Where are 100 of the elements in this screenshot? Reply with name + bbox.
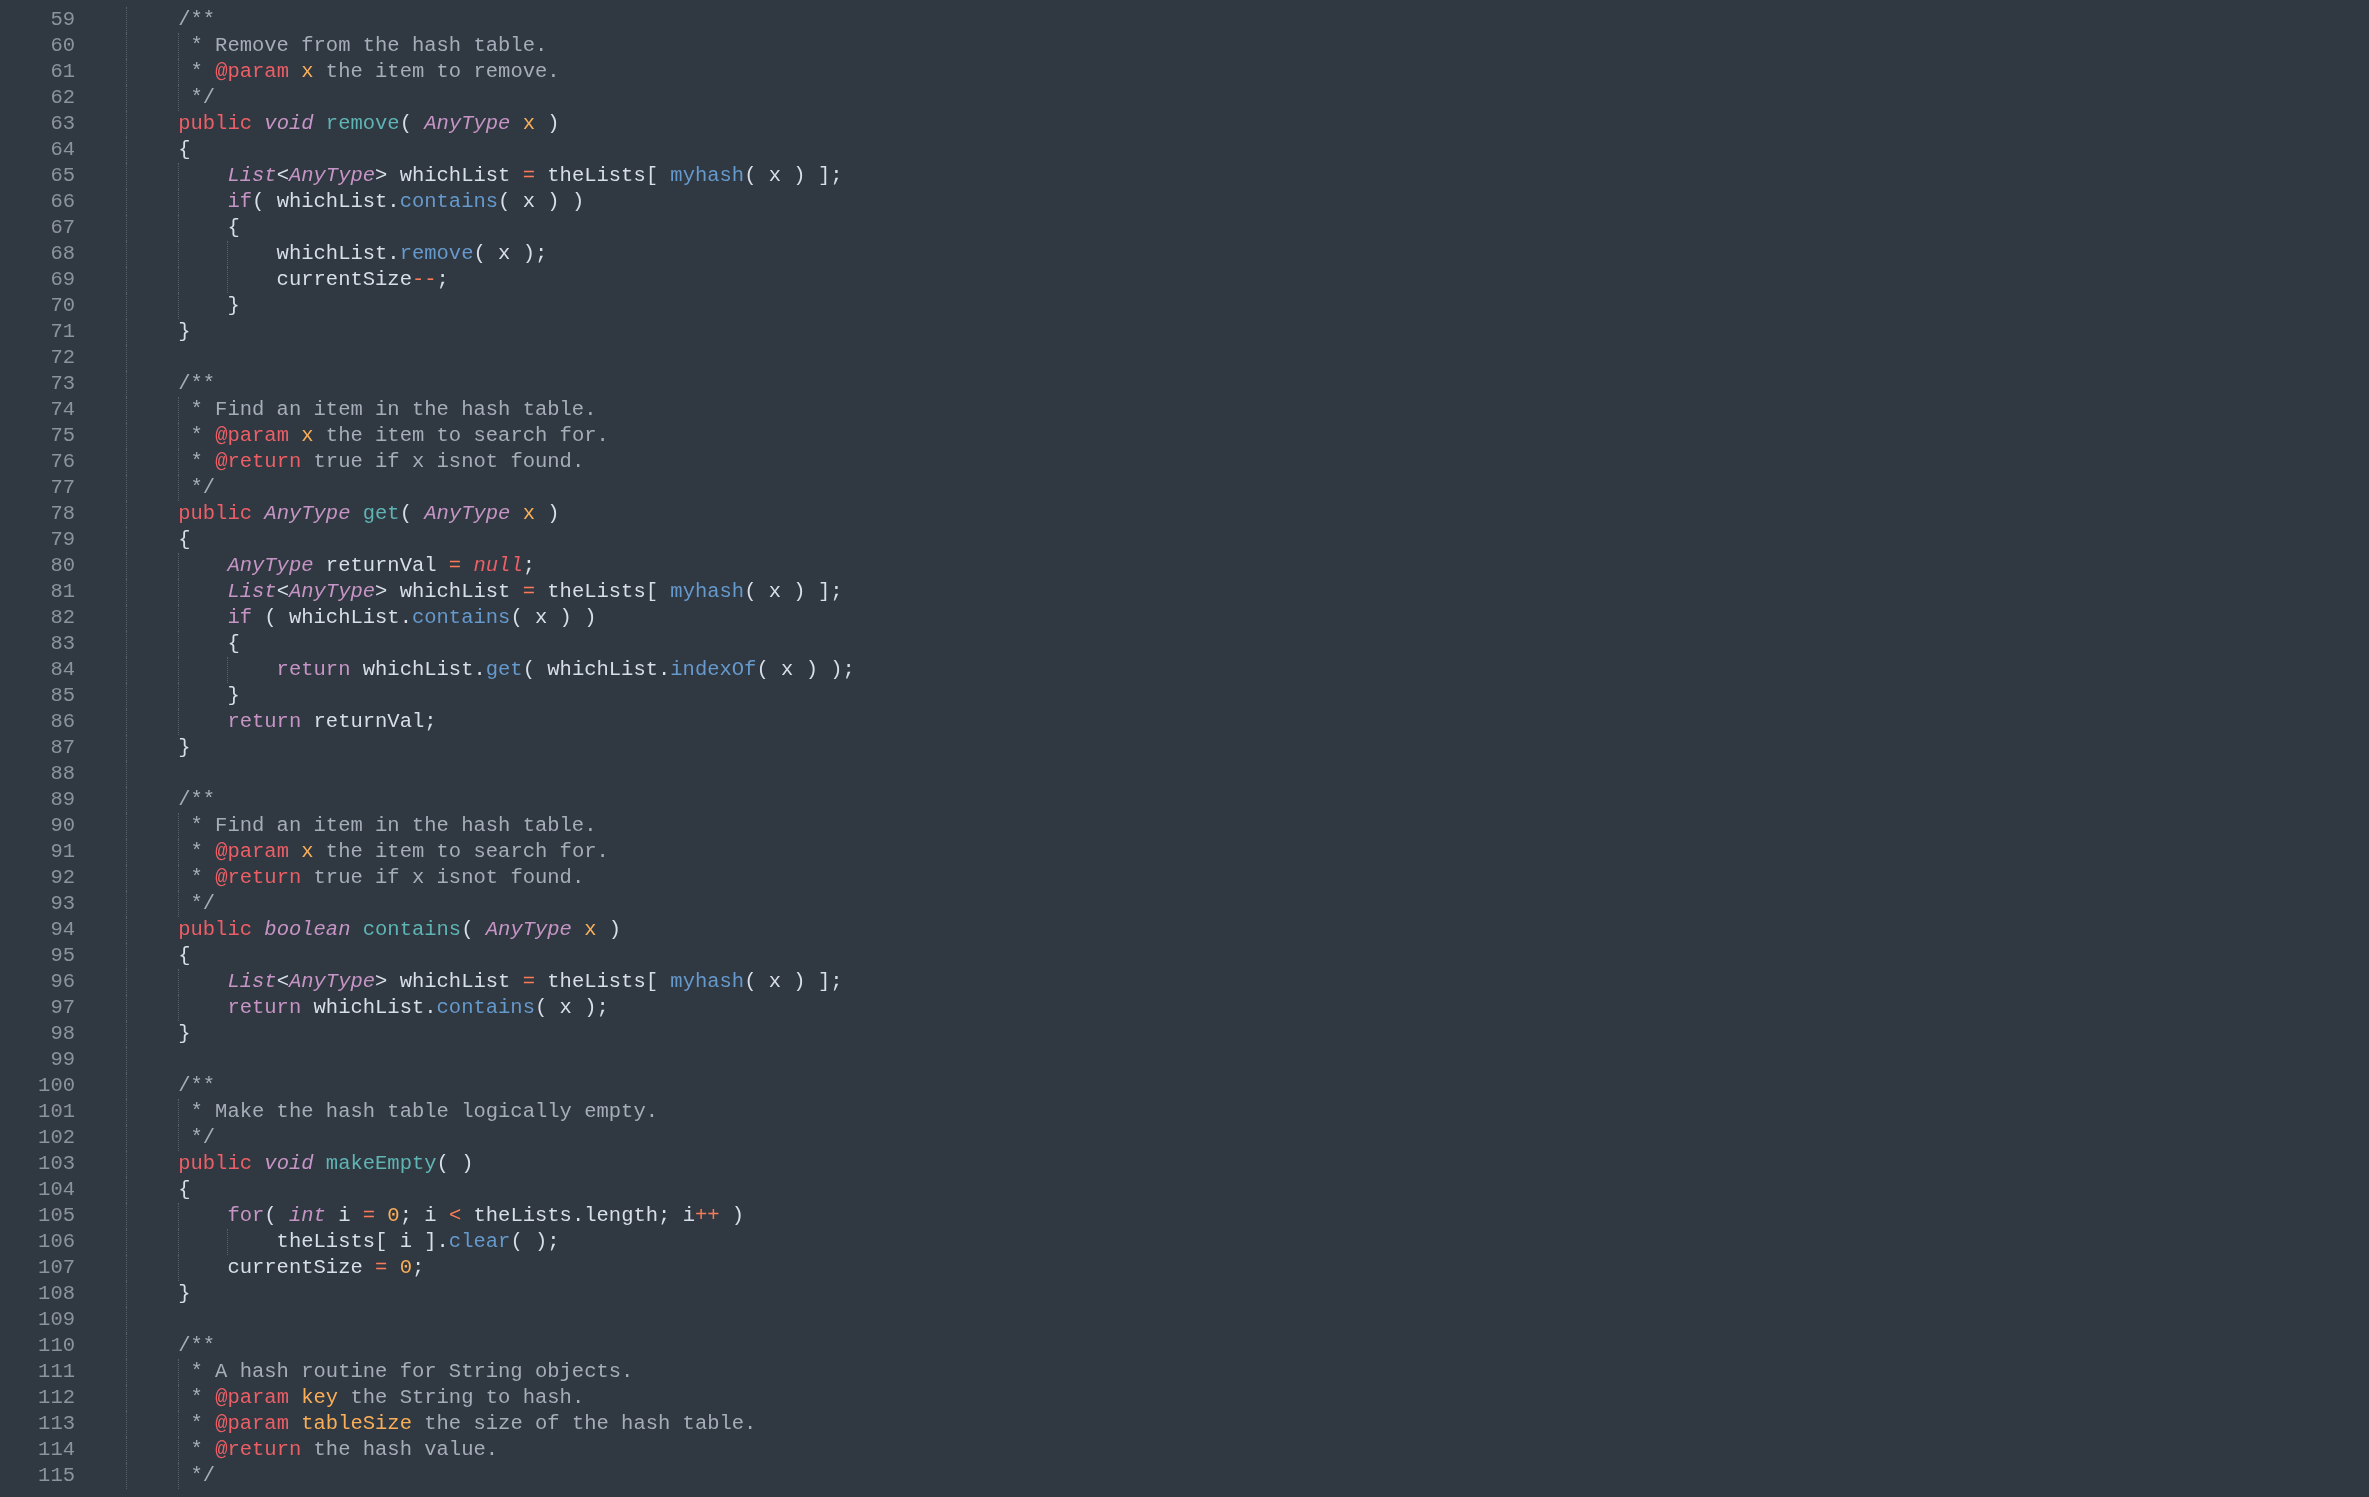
code-line: * @return true if x isnot found. xyxy=(189,865,585,891)
line-number: 93 xyxy=(50,891,75,917)
code-line: } xyxy=(177,319,191,345)
code-line: { xyxy=(177,527,191,553)
code-line: public void makeEmpty( ) xyxy=(177,1151,474,1177)
line-number: 98 xyxy=(50,1021,75,1047)
line-number: 89 xyxy=(50,787,75,813)
line-number: 102 xyxy=(38,1125,75,1151)
line-number: 76 xyxy=(50,449,75,475)
line-number: 91 xyxy=(50,839,75,865)
line-number: 71 xyxy=(50,319,75,345)
code-line: return whichList.contains( x ); xyxy=(226,995,609,1021)
line-number: 73 xyxy=(50,371,75,397)
code-line: if( whichList.contains( x ) ) xyxy=(226,189,585,215)
code-line: { xyxy=(177,1177,191,1203)
line-number: 107 xyxy=(38,1255,75,1281)
code-line: /** xyxy=(177,371,216,397)
code-line: * @return true if x isnot found. xyxy=(189,449,585,475)
code-line: */ xyxy=(189,85,216,111)
code-line: * @param x the item to search for. xyxy=(189,839,609,865)
code-line: return returnVal; xyxy=(226,709,437,735)
line-number: 74 xyxy=(50,397,75,423)
code-line: AnyType returnVal = null; xyxy=(225,553,535,579)
line-number: 110 xyxy=(38,1333,75,1359)
line-number: 60 xyxy=(50,33,75,59)
code-line: * Find an item in the hash table. xyxy=(189,813,597,839)
line-number: 112 xyxy=(38,1385,75,1411)
line-number: 83 xyxy=(50,631,75,657)
code-line: } xyxy=(177,1021,191,1047)
code-line: { xyxy=(177,137,191,163)
code-line: } xyxy=(177,735,191,761)
line-number: 101 xyxy=(38,1099,75,1125)
code-line: * @param x the item to remove. xyxy=(189,59,560,85)
line-number: 64 xyxy=(50,137,75,163)
line-number: 68 xyxy=(50,241,75,267)
code-line: { xyxy=(226,631,240,657)
line-number: 92 xyxy=(50,865,75,891)
code-line: */ xyxy=(189,1125,216,1151)
line-number: 100 xyxy=(38,1073,75,1099)
line-number: 77 xyxy=(50,475,75,501)
line-number: 109 xyxy=(38,1307,75,1333)
line-number: 84 xyxy=(50,657,75,683)
line-number: 78 xyxy=(50,501,75,527)
code-line: for( int i = 0; i < theLists.length; i++ ) xyxy=(226,1203,745,1229)
code-line: */ xyxy=(189,475,216,501)
code-line: public AnyType get( AnyType x ) xyxy=(177,501,560,527)
code-line: /** xyxy=(177,787,216,813)
code-line: */ xyxy=(189,1463,216,1489)
code-line: List<AnyType> whichList = theLists[ myhash( x ) ]; xyxy=(226,579,843,605)
code-line: } xyxy=(226,683,240,709)
line-number: 80 xyxy=(50,553,75,579)
line-number: 61 xyxy=(50,59,75,85)
code-line: { xyxy=(177,943,191,969)
code-line: List<AnyType> whichList = theLists[ myhash( x ) ]; xyxy=(226,969,843,995)
code-line: public void remove( AnyType x ) xyxy=(177,111,560,137)
line-number: 65 xyxy=(50,163,75,189)
line-number: 59 xyxy=(50,7,75,33)
line-number: 113 xyxy=(38,1411,75,1437)
line-number: 75 xyxy=(50,423,75,449)
code-line: * @param tableSize the size of the hash table. xyxy=(189,1411,757,1437)
line-number: 96 xyxy=(50,969,75,995)
line-number: 69 xyxy=(50,267,75,293)
line-number: 99 xyxy=(50,1047,75,1073)
code-line: public boolean contains( AnyType x ) xyxy=(177,917,622,943)
code-line: if ( whichList.contains( x ) ) xyxy=(226,605,597,631)
line-number: 72 xyxy=(50,345,75,371)
line-number: 105 xyxy=(38,1203,75,1229)
line-number: 67 xyxy=(50,215,75,241)
line-number: 106 xyxy=(38,1229,75,1255)
line-number: 85 xyxy=(50,683,75,709)
code-line: whichList.remove( x ); xyxy=(275,241,548,267)
line-number: 81 xyxy=(50,579,75,605)
line-number: 115 xyxy=(38,1463,75,1489)
line-number: 88 xyxy=(50,761,75,787)
code-line: * Remove from the hash table. xyxy=(189,33,548,59)
line-number: 104 xyxy=(38,1177,75,1203)
line-number: 87 xyxy=(50,735,75,761)
line-number: 97 xyxy=(50,995,75,1021)
line-number: 70 xyxy=(50,293,75,319)
line-number: 108 xyxy=(38,1281,75,1307)
code-line: */ xyxy=(189,891,216,917)
line-number: 63 xyxy=(50,111,75,137)
code-line: /** xyxy=(177,7,216,33)
code-line: * Make the hash table logically empty. xyxy=(189,1099,658,1125)
code-line: { xyxy=(226,215,240,241)
code-line: * @return the hash value. xyxy=(189,1437,499,1463)
code-line: List<AnyType> whichList = theLists[ myhash( x ) ]; xyxy=(226,163,843,189)
line-number: 79 xyxy=(50,527,75,553)
code-line: return whichList.get( whichList.indexOf( x ) ); xyxy=(275,657,855,683)
code-line: /** xyxy=(177,1073,216,1099)
code-line: theLists[ i ].clear( ); xyxy=(275,1229,560,1255)
line-number: 86 xyxy=(50,709,75,735)
line-number: 94 xyxy=(50,917,75,943)
code-line: * Find an item in the hash table. xyxy=(189,397,597,423)
code-line: currentSize = 0; xyxy=(226,1255,425,1281)
line-number: 103 xyxy=(38,1151,75,1177)
code-line: /** xyxy=(177,1333,216,1359)
line-number: 66 xyxy=(50,189,75,215)
code-line: * A hash routine for String objects. xyxy=(189,1359,634,1385)
line-number: 62 xyxy=(50,85,75,111)
